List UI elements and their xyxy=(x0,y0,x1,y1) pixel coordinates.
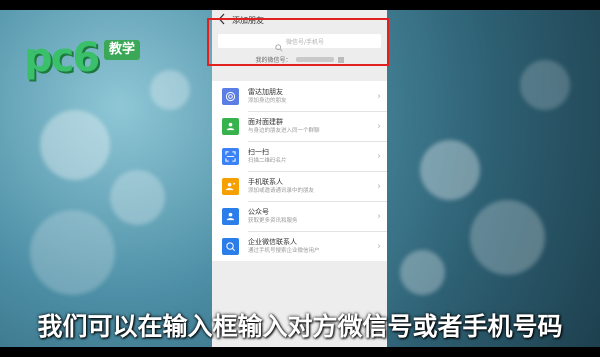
letterbox-bottom xyxy=(0,347,600,357)
add-friend-options-list: 雷达加朋友 添加身边的朋友 › 面对面建群 与身边的朋友进入同一个群聊 › 扫一… xyxy=(212,81,387,261)
chevron-right-icon: › xyxy=(377,150,381,162)
pc6-logo: pc6 教学 xyxy=(24,36,144,88)
list-item-wecom-contacts[interactable]: 企业微信联系人 通过手机号搜索企业微信用户 › xyxy=(212,231,387,261)
radar-icon xyxy=(222,87,239,105)
chevron-right-icon: › xyxy=(377,240,381,252)
chevron-right-icon: › xyxy=(377,180,381,192)
list-item-radar[interactable]: 雷达加朋友 添加身边的朋友 › xyxy=(212,81,387,111)
list-item-face-to-face-group[interactable]: 面对面建群 与身边的朋友进入同一个群聊 › xyxy=(212,111,387,141)
contacts-icon xyxy=(222,177,239,195)
group-icon xyxy=(222,117,239,135)
list-item-subtitle: 扫描二维码名片 xyxy=(248,157,287,164)
search-highlight-box xyxy=(207,18,389,66)
list-item-subtitle: 添加或邀请通讯录中的朋友 xyxy=(248,187,315,194)
chevron-right-icon: › xyxy=(377,210,381,222)
logo-brand-text: pc6 xyxy=(24,35,100,81)
list-item-subtitle: 获取更多资讯和服务 xyxy=(248,217,298,224)
list-item-title: 公众号 xyxy=(248,207,269,216)
list-item-subtitle: 与身边的朋友进入同一个群聊 xyxy=(248,127,320,134)
list-item-title: 企业微信联系人 xyxy=(248,237,297,246)
list-item-title: 扫一扫 xyxy=(248,147,269,156)
scan-icon xyxy=(222,147,239,165)
official-account-icon xyxy=(222,207,239,225)
chevron-right-icon: › xyxy=(377,120,381,132)
list-item-phone-contacts[interactable]: 手机联系人 添加或邀请通讯录中的朋友 › xyxy=(212,171,387,201)
list-item-subtitle: 添加身边的朋友 xyxy=(248,97,287,104)
list-item-title: 手机联系人 xyxy=(248,177,283,186)
list-item-title: 雷达加朋友 xyxy=(248,87,283,96)
list-item-subtitle: 通过手机号搜索企业微信用户 xyxy=(248,247,320,254)
chevron-right-icon: › xyxy=(377,90,381,102)
list-item-official-account[interactable]: 公众号 获取更多资讯和服务 › xyxy=(212,201,387,231)
list-item-title: 面对面建群 xyxy=(248,117,283,126)
list-item-scan[interactable]: 扫一扫 扫描二维码名片 › xyxy=(212,141,387,171)
wecom-icon xyxy=(222,237,239,255)
letterbox-top xyxy=(0,0,600,10)
subtitle-caption: 我们可以在输入框输入对方微信号或者手机号码 xyxy=(37,312,563,341)
logo-badge: 教学 xyxy=(104,40,141,60)
